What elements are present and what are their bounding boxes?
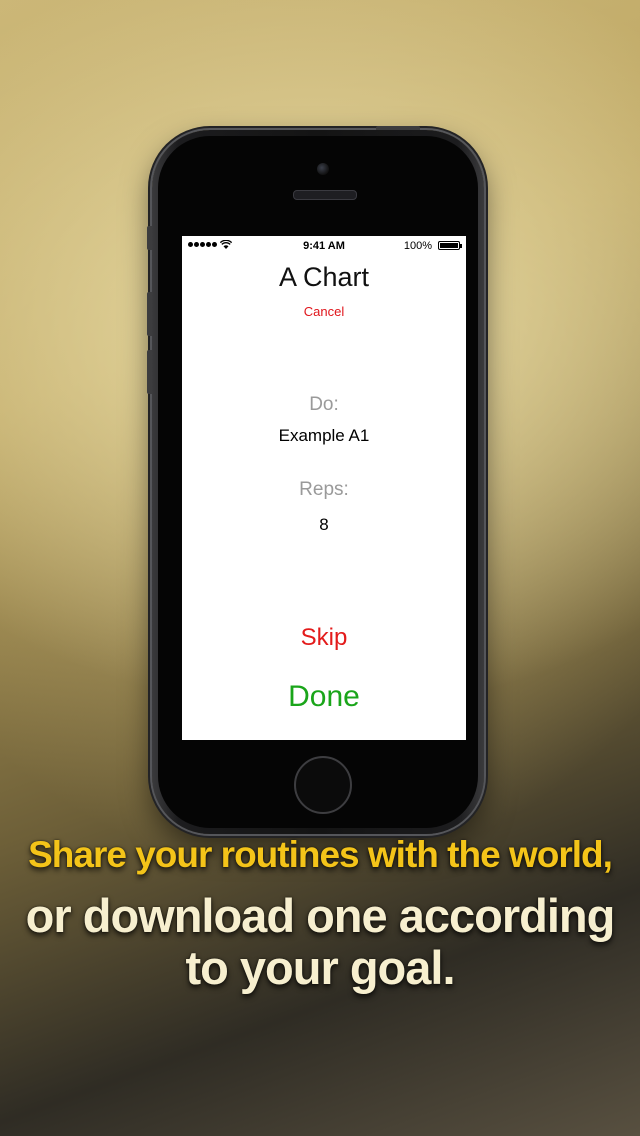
page-title: A Chart [278, 262, 370, 292]
power-button [376, 126, 420, 130]
volume-up-button [147, 292, 152, 336]
app-screen: 9:41 AM 100% A Chart Cancel Do: Example … [182, 236, 466, 740]
mute-switch [147, 226, 152, 250]
do-label: Do: [309, 394, 339, 415]
skip-button[interactable]: Skip [182, 624, 466, 652]
phone-bezel: 9:41 AM 100% A Chart Cancel Do: Example … [158, 136, 478, 828]
caption-line-2: or download one according [25, 889, 616, 942]
caption-line-3: to your goal. [185, 941, 456, 994]
battery-percentage: 100% [403, 240, 432, 252]
caption-line-1: Share your routines with the world, [28, 834, 613, 875]
home-button[interactable] [294, 756, 352, 814]
status-bar: 9:41 AM 100% [182, 236, 466, 256]
cancel-button[interactable]: Cancel [182, 304, 466, 319]
reps-value: 8 [319, 515, 329, 534]
done-button[interactable]: Done [182, 680, 466, 714]
volume-down-button [147, 350, 152, 394]
front-camera [317, 163, 329, 175]
reps-label: Reps: [299, 479, 349, 500]
earpiece-speaker [293, 190, 357, 200]
phone-frame: 9:41 AM 100% A Chart Cancel Do: Example … [147, 126, 484, 834]
battery-icon [438, 241, 462, 250]
do-value: Example A1 [278, 426, 370, 445]
